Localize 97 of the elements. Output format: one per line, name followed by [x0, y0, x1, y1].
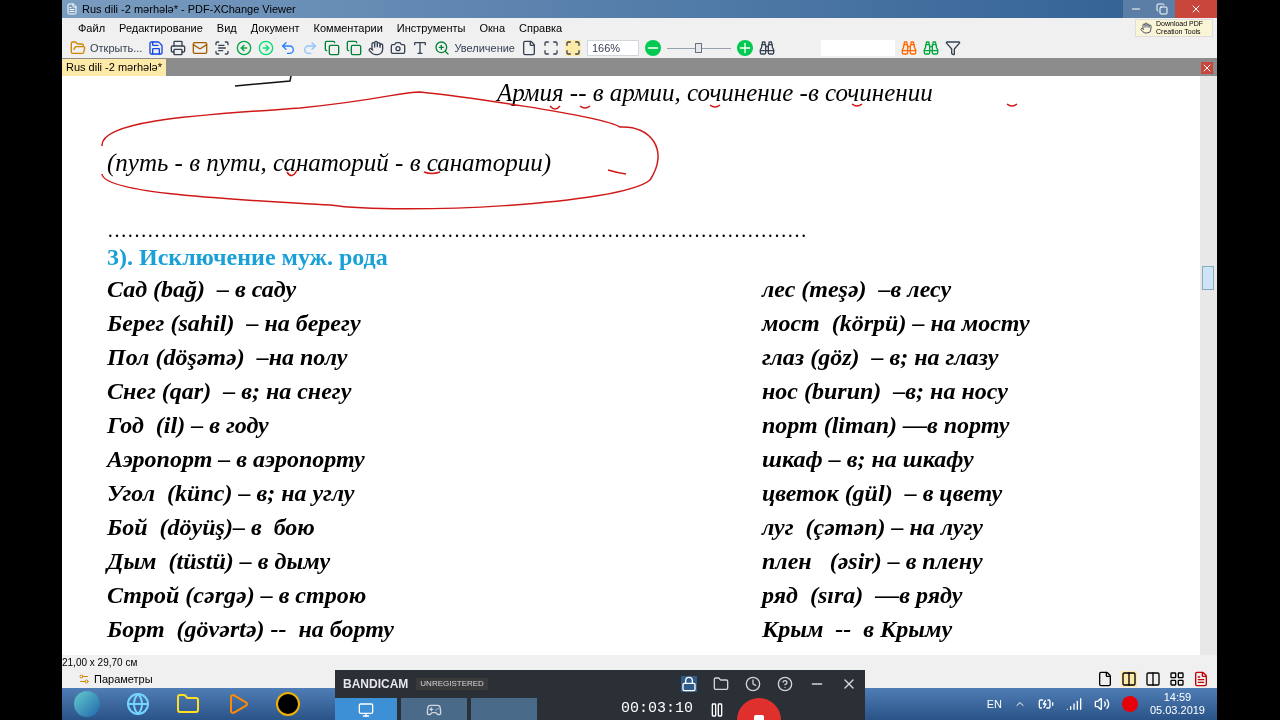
recorder-logo: BANDICAM — [343, 676, 409, 693]
section-heading: 3). Исключение муж. рода — [107, 243, 389, 272]
help-icon[interactable] — [777, 676, 793, 692]
close-icon — [1190, 3, 1202, 15]
monitor-icon — [358, 702, 374, 718]
folder-icon — [70, 40, 86, 56]
browser-icon[interactable] — [126, 692, 150, 716]
pause-icon[interactable] — [709, 702, 725, 718]
word-rule: мост (körpü) – на мосту — [762, 309, 1030, 338]
screen-mode-tab[interactable] — [335, 698, 397, 720]
open-button[interactable]: Открыть... — [70, 39, 143, 57]
word-rule: Аэропорт – в аэропорту — [107, 445, 366, 474]
word-rule: Берег (sahil) – на берегу — [107, 309, 362, 338]
copy-icon[interactable] — [324, 40, 341, 56]
start-button[interactable] — [74, 691, 100, 717]
word-rule: луг (çəmən) – на лугу — [762, 513, 983, 542]
menu-item[interactable]: Справка — [519, 19, 563, 37]
hand-icon — [1140, 22, 1152, 34]
mail-icon[interactable] — [192, 40, 209, 56]
close-tab-icon[interactable] — [1201, 62, 1213, 74]
back-icon[interactable] — [236, 40, 253, 56]
player-icon[interactable] — [276, 692, 300, 716]
continuous-icon[interactable] — [1121, 671, 1137, 687]
word-rule: глаз (göz) – в; на глазу — [762, 343, 999, 372]
word-rule: Борт (gövərtə) -- на борту — [107, 615, 395, 644]
fit-width-icon[interactable] — [564, 40, 581, 56]
filter-icon[interactable] — [944, 40, 961, 56]
slider-thumb[interactable] — [694, 43, 702, 53]
find-previous-icon[interactable] — [900, 40, 917, 56]
menu-item[interactable]: Окна — [479, 19, 505, 37]
menu-item[interactable]: Файл — [78, 19, 106, 37]
word-rule: Крым -- в Крыму — [762, 615, 953, 644]
registration-badge: UNREGISTERED — [416, 678, 488, 690]
zoom-button[interactable]: Увеличение — [434, 39, 515, 57]
zoom-icon — [434, 40, 451, 56]
app-icon — [66, 3, 78, 15]
page-size-label: 21,00 x 29,70 см — [62, 656, 138, 670]
ocr-icon[interactable] — [214, 40, 231, 56]
gamepad-icon — [426, 702, 442, 718]
undo-icon[interactable] — [280, 40, 297, 56]
save-icon[interactable] — [148, 40, 165, 56]
clock-date[interactable]: 05.03.2019 — [1149, 704, 1205, 717]
document-tab[interactable]: Rus dili -2 mərhələ* — [62, 59, 166, 76]
signal-icon[interactable] — [1065, 696, 1082, 712]
zoom-slider[interactable] — [666, 42, 731, 54]
window-title: Rus dili -2 mərhələ* - PDF-XChange Viewer — [82, 1, 296, 17]
word-rule: лес (meşə) –в лесу — [762, 275, 952, 304]
language-indicator[interactable]: EN — [986, 695, 1002, 713]
settings-icon — [78, 673, 90, 685]
folder-icon[interactable] — [713, 676, 729, 692]
menu-item[interactable]: Редактирование — [119, 19, 203, 37]
pdf-icon[interactable] — [1193, 671, 1209, 687]
menu-item[interactable]: Инструменты — [396, 19, 466, 37]
clock-icon[interactable] — [745, 676, 761, 692]
single-page-icon[interactable] — [1097, 671, 1113, 687]
recording-timer: 00:03:10 — [621, 699, 693, 719]
camera-icon[interactable] — [390, 40, 407, 56]
text-line: (путь - в пути, санаторий - в санатории) — [107, 148, 552, 178]
zoom-field[interactable]: 166% — [586, 40, 639, 56]
folder-icon[interactable] — [176, 692, 200, 716]
word-rule: Дым (tüstü) – в дыму — [107, 547, 332, 576]
facing-icon[interactable] — [1145, 671, 1161, 687]
menu-item[interactable]: Комментарии — [313, 19, 383, 37]
restore-icon — [1156, 3, 1168, 15]
text-line: Армия -- в армии, сочинение -в сочинении — [497, 78, 934, 108]
word-rule: Год (il) – в году — [107, 411, 270, 440]
print-icon[interactable] — [170, 40, 187, 56]
menu-item[interactable]: Вид — [216, 19, 237, 37]
actual-size-icon[interactable] — [520, 40, 537, 56]
find-next-icon[interactable] — [922, 40, 939, 56]
word-rule: нос (burun) –в; на носу — [762, 377, 1008, 406]
word-rule: цветок (gül) – в цвету — [762, 479, 1003, 508]
word-rule: шкаф – в; на шкафу — [762, 445, 974, 474]
word-rule: Сад (bağ) – в саду — [107, 275, 298, 304]
grid-icon[interactable] — [1169, 671, 1185, 687]
fit-page-icon[interactable] — [542, 40, 559, 56]
options-button[interactable]: Параметры — [78, 670, 153, 688]
word-rule: ряд (sıra) —в ряду — [762, 581, 963, 610]
pages-icon[interactable] — [346, 40, 363, 56]
word-rule: Снег (qar) – в; на снегу — [107, 377, 353, 406]
word-rule: Угол (künc) – в; на углу — [107, 479, 356, 508]
lock-icon[interactable] — [681, 676, 697, 692]
text-select-icon[interactable] — [412, 40, 429, 56]
clock-time[interactable]: 14:59 — [1163, 691, 1192, 704]
word-rule: Бой (döyüş)– в бою — [107, 513, 316, 542]
dotted-separator: …………………………………………………………………………………………… — [107, 218, 808, 242]
vertical-scrollbar[interactable] — [1200, 76, 1217, 655]
word-rule: Пол (döşəmə) –на полу — [107, 343, 349, 372]
volume-icon[interactable] — [1093, 696, 1110, 712]
power-icon[interactable] — [1037, 696, 1054, 712]
game-mode-tab[interactable] — [401, 698, 467, 720]
menu-item[interactable]: Документ — [250, 19, 300, 37]
word-rule: порт (liman) —в порту — [762, 411, 1010, 440]
binoculars-icon[interactable] — [758, 40, 775, 56]
word-rule: плен (əsir) – в плену — [762, 547, 983, 576]
hand-icon[interactable] — [368, 40, 385, 56]
word-rule: Строй (cərgə) – в строю — [107, 581, 368, 610]
